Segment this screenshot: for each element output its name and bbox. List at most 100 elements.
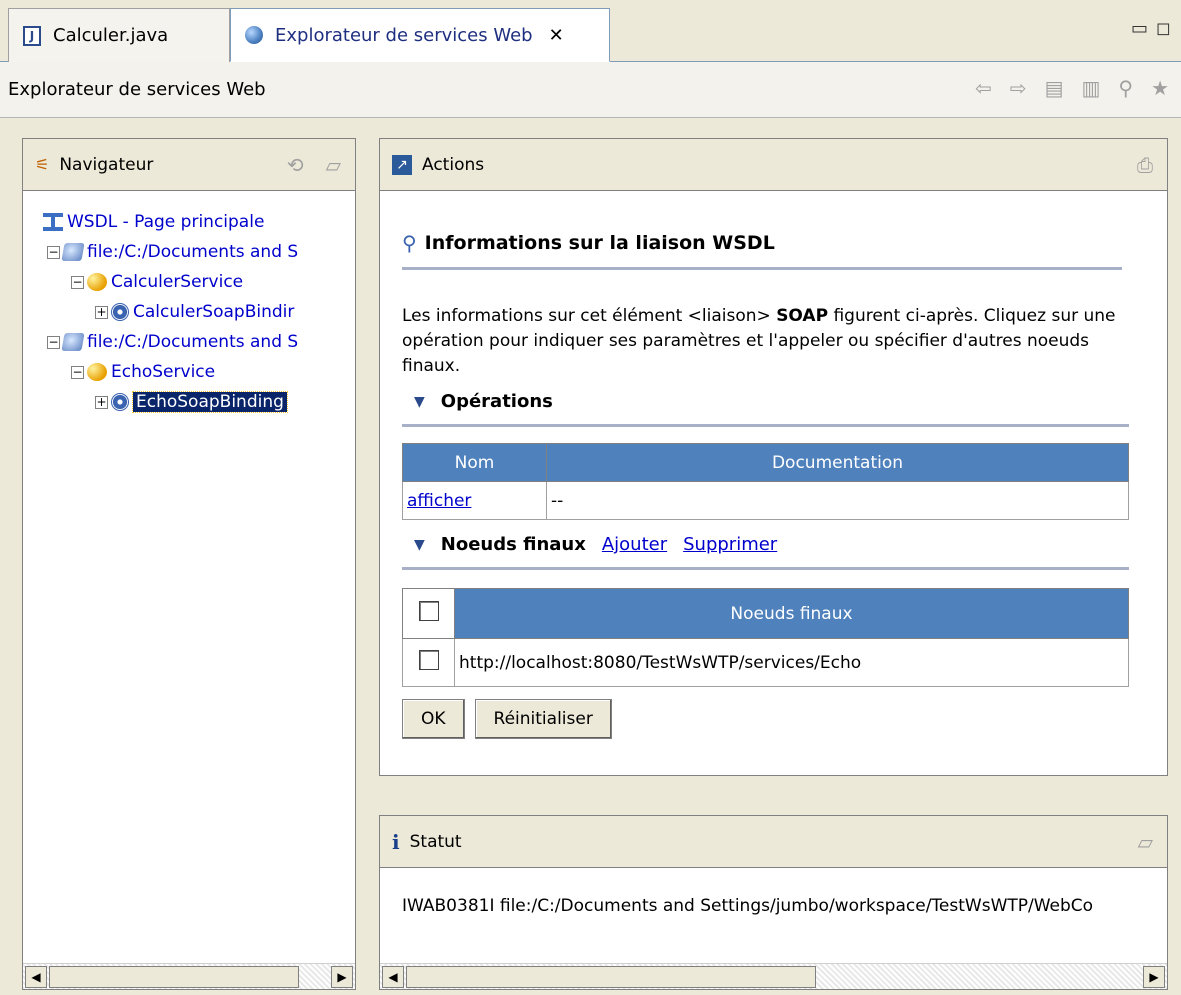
navigator-header: ⚟ Navigateur ⟲ ▱: [23, 139, 355, 191]
add-endpoint-link[interactable]: Ajouter: [602, 534, 667, 555]
globe-icon: [245, 26, 263, 44]
status-title: Statut: [409, 831, 462, 852]
navigator-pane: ⚟ Navigateur ⟲ ▱ WSDL - Page principale …: [22, 138, 356, 990]
scroll-left-arrow-icon[interactable]: ◀: [25, 966, 47, 988]
page-title: Explorateur de services Web: [8, 79, 266, 100]
tab-calculer-java[interactable]: J Calculer.java: [8, 8, 230, 62]
service-icon: [87, 273, 107, 291]
select-all-checkbox[interactable]: [418, 601, 439, 621]
collapse-icon[interactable]: −: [71, 275, 84, 289]
tree-item-echo-service[interactable]: − EchoService: [35, 357, 355, 387]
column-header-endpoints: Noeuds finaux: [454, 588, 1129, 639]
expand-icon[interactable]: +: [95, 305, 108, 319]
print-icon[interactable]: ⎙: [1137, 153, 1153, 177]
column-header-nom: Nom: [402, 443, 547, 482]
form-buttons: OK Réinitialiser: [402, 699, 1145, 739]
navigator-hscrollbar[interactable]: ◀ ▶: [23, 963, 355, 989]
explorer-toolbar: ⇦ ⇨ ▤ ▥ ⚲ ★: [975, 76, 1169, 100]
wsdl-icon: [43, 213, 63, 231]
navigator-tree: WSDL - Page principale − file:/C:/Docume…: [23, 191, 355, 417]
operations-divider: [402, 424, 1129, 427]
tab-label: Calculer.java: [53, 25, 169, 46]
expand-icon[interactable]: +: [95, 395, 108, 409]
column-header-documentation: Documentation: [546, 443, 1129, 482]
collapse-triangle-icon[interactable]: ▼: [414, 394, 425, 410]
tree-item-label[interactable]: file:/C:/Documents and S: [87, 242, 298, 262]
operation-link-afficher[interactable]: afficher: [407, 491, 471, 511]
ok-button[interactable]: OK: [402, 699, 465, 739]
endpoints-table: Noeuds finaux http://localhost:8080/Test…: [402, 588, 1129, 687]
collapse-triangle-icon[interactable]: ▼: [414, 537, 425, 553]
tree-item-wsdl-main[interactable]: WSDL - Page principale: [35, 207, 355, 237]
java-file-icon: J: [23, 25, 41, 46]
section-title: Informations sur la liaison WSDL: [424, 232, 775, 254]
binding-icon: [111, 393, 129, 411]
operations-table: Nom Documentation afficher --: [402, 443, 1129, 520]
endpoints-section-header: ▼ Noeuds finaux Ajouter Supprimer: [402, 534, 1145, 555]
endpoint-url-cell: http://localhost:8080/TestWsWTP/services…: [454, 638, 1129, 687]
description-text: Les informations sur cet élément <liaiso…: [402, 306, 777, 326]
scrollbar-thumb[interactable]: [406, 966, 816, 988]
tree-item-calculer-binding[interactable]: + CalculerSoapBindir: [35, 297, 355, 327]
tab-web-services-explorer[interactable]: Explorateur de services Web ✕: [230, 8, 610, 62]
tree-item-calculer-service[interactable]: − CalculerService: [35, 267, 355, 297]
tree-item-file-2[interactable]: − file:/C:/Documents and S: [35, 327, 355, 357]
operations-section-header[interactable]: ▼ Opérations: [402, 391, 1145, 412]
heading-divider: [402, 267, 1122, 270]
endpoint-checkbox-cell: [402, 638, 455, 687]
section-heading: ⚲ Informations sur la liaison WSDL: [402, 231, 1145, 255]
collapse-icon[interactable]: −: [71, 365, 84, 379]
tree-item-label[interactable]: CalculerSoapBindir: [133, 302, 294, 322]
endpoints-title: Noeuds finaux: [440, 534, 586, 555]
endpoint-checkbox[interactable]: [418, 650, 439, 670]
actions-title: Actions: [422, 154, 485, 175]
favorites-page-icon[interactable]: ▥: [1082, 76, 1101, 100]
window-controls: ▭ ◻: [1131, 18, 1171, 39]
tree-item-echo-binding[interactable]: + EchoSoapBinding: [35, 387, 355, 417]
status-hscrollbar[interactable]: ◀ ▶: [380, 963, 1167, 989]
maximize-icon[interactable]: ◻: [1156, 18, 1171, 39]
close-icon[interactable]: ✕: [549, 25, 564, 46]
forward-icon[interactable]: ⇨: [1010, 76, 1027, 100]
scroll-right-arrow-icon[interactable]: ▶: [331, 966, 353, 988]
info-icon: i: [392, 829, 400, 854]
actions-icon: ↗: [392, 154, 412, 175]
eraser-icon[interactable]: ▱: [326, 153, 341, 177]
wsdl-file-icon: [61, 333, 85, 351]
collapse-icon[interactable]: −: [47, 335, 60, 349]
status-pane: i Statut ▱ IWAB0381I file:/C:/Documents …: [379, 815, 1168, 990]
scroll-right-arrow-icon[interactable]: ▶: [1143, 966, 1165, 988]
wsdl-search-icon[interactable]: ⚲: [1118, 76, 1133, 100]
reset-button[interactable]: Réinitialiser: [474, 699, 612, 739]
tree-item-label[interactable]: file:/C:/Documents and S: [87, 332, 298, 352]
tree-item-label[interactable]: EchoSoapBinding: [132, 391, 288, 413]
document-icon[interactable]: ▤: [1045, 76, 1064, 100]
refresh-icon[interactable]: ⟲: [287, 153, 304, 177]
eraser-icon[interactable]: ▱: [1138, 830, 1153, 854]
actions-header: ↗ Actions ⎙: [380, 139, 1167, 191]
back-icon[interactable]: ⇦: [975, 76, 992, 100]
scroll-left-arrow-icon[interactable]: ◀: [382, 966, 404, 988]
minimize-icon[interactable]: ▭: [1131, 18, 1148, 39]
collapse-icon[interactable]: −: [47, 245, 60, 259]
wsdl-file-icon: [61, 243, 85, 261]
tree-item-label[interactable]: CalculerService: [111, 272, 243, 292]
table-row: http://localhost:8080/TestWsWTP/services…: [402, 638, 1129, 687]
tree-item-label[interactable]: WSDL - Page principale: [67, 212, 264, 232]
actions-body: ⚲ Informations sur la liaison WSDL Les i…: [380, 231, 1167, 739]
operation-name-cell: afficher: [402, 481, 547, 520]
select-all-cell: [402, 588, 455, 639]
table-row: afficher --: [402, 481, 1129, 520]
table-header-row: Noeuds finaux: [402, 588, 1129, 639]
table-header-row: Nom Documentation: [402, 443, 1129, 482]
tree-item-file-1[interactable]: − file:/C:/Documents and S: [35, 237, 355, 267]
tree-item-label[interactable]: EchoService: [111, 362, 215, 382]
navigator-icon: ⚟: [35, 155, 50, 174]
description-bold: SOAP: [776, 306, 829, 326]
operation-doc-cell: --: [546, 481, 1129, 520]
editor-tab-bar: J Calculer.java Explorateur de services …: [0, 0, 1181, 62]
star-icon[interactable]: ★: [1151, 76, 1169, 100]
remove-endpoint-link[interactable]: Supprimer: [683, 534, 777, 555]
navigator-title: Navigateur: [59, 154, 154, 175]
scrollbar-thumb[interactable]: [49, 966, 299, 988]
